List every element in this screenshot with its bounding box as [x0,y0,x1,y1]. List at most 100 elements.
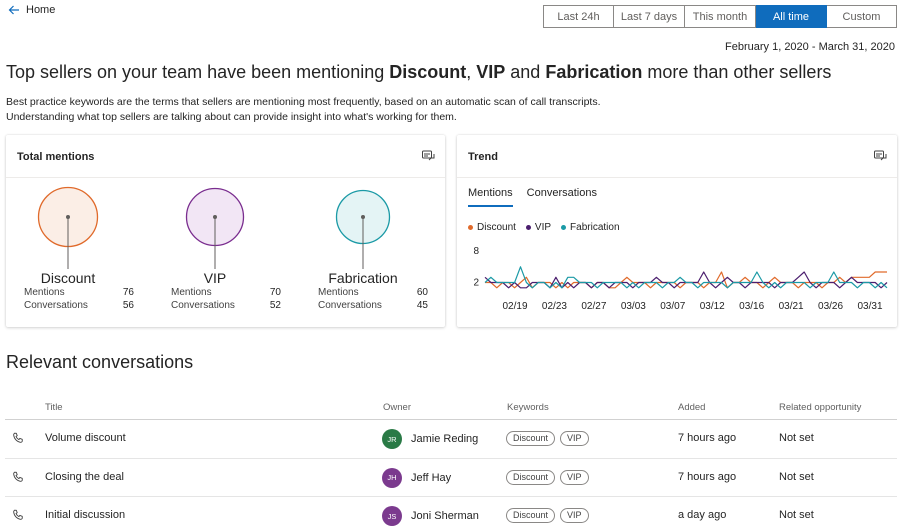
page-headline: Top sellers on your team have been menti… [6,62,831,83]
trend-title: Trend [468,151,498,163]
date-range-label: February 1, 2020 - March 31, 2020 [725,41,895,53]
home-label: Home [26,4,56,16]
vip-bubble-icon [185,187,245,269]
keyword-tag: VIP [560,469,589,485]
conversations-stat: Conversations 45 [318,300,428,311]
column-owner[interactable]: Owner [383,402,411,413]
conversations-label: Conversations [171,300,235,311]
mentions-label: Mentions [24,287,65,298]
avatar: JR [382,429,402,449]
range-this-month-button[interactable]: This month [685,5,756,28]
related-opportunity: Not set [779,509,814,521]
y-tick-label: 8 [473,246,479,257]
headline-keyword-fabrication: Fabrication [545,62,643,82]
y-tick-label: 2 [473,278,479,289]
discount-bubble-icon [37,186,99,269]
x-tick-label: 02/19 [502,301,527,312]
added-time: 7 hours ago [678,432,737,444]
home-link[interactable]: Home [8,4,55,16]
related-opportunity: Not set [779,432,814,444]
x-tick-label: 03/31 [857,301,882,312]
tab-mentions[interactable]: Mentions [468,187,513,207]
headline-keyword-vip: VIP [476,62,506,82]
card-divider [457,177,897,178]
owner-name: Jeff Hay [411,471,452,484]
legend-label: Fabrication [570,222,620,233]
headline-sep-1: , [466,62,477,82]
keyword-tag: Discount [506,508,556,523]
conversations-value: 56 [122,300,134,311]
range-last-24h-button[interactable]: Last 24h [543,5,614,28]
conversations-table: Title Owner Keywords Added Related oppor… [5,396,897,532]
related-opportunity: Not set [779,470,814,483]
mentions-stat: Mentions 70 [171,287,281,298]
table-row[interactable]: Closing the deal JH Jeff Hay Discount VI… [5,459,897,497]
x-tick-label: 03/07 [660,301,685,312]
keyword-tag: VIP [560,508,589,523]
conversation-title[interactable]: Closing the deal [45,471,124,483]
keyword-tags: Discount VIP [506,508,589,523]
column-keywords[interactable]: Keywords [507,402,549,413]
table-row[interactable]: Initial discussion JS Joni Sherman Disco… [5,497,897,532]
x-tick-label: 03/21 [779,301,804,312]
conversation-title[interactable]: Initial discussion [45,509,125,521]
conversations-value: 52 [269,300,281,311]
x-tick-label: 03/26 [818,301,843,312]
description-line-2: Understanding what top sellers are talki… [6,111,457,123]
legend-item-fabrication: Fabrication [561,222,620,233]
table-row[interactable]: Volume discount JR Jamie Reding Discount… [5,420,897,459]
x-tick-label: 03/16 [739,301,764,312]
keyword-tag: Discount [506,469,556,485]
headline-sep-2: and [505,62,546,82]
conversations-value: 45 [416,300,428,311]
tab-conversations[interactable]: Conversations [527,187,597,207]
legend-dot [561,225,567,230]
column-title[interactable]: Title [45,402,63,413]
total-mentions-title: Total mentions [17,151,95,163]
legend-dot [468,225,473,230]
legend-dot [525,225,531,230]
x-tick-label: 02/23 [542,301,567,312]
mentions-label: Mentions [171,287,212,298]
trend-line-chart: 8 2 02/19 02/23 02/27 03/03 03/07 03/12 03/16 03/… [473,246,888,312]
feedback-icon[interactable] [421,149,435,163]
column-related-opportunity[interactable]: Related opportunity [779,402,861,413]
conversations-stat: Conversations 52 [171,300,281,311]
range-custom-button[interactable]: Custom [827,5,897,28]
phone-icon [13,509,23,520]
page-description: Best practice keywords are the terms tha… [6,95,601,125]
avatar: JH [382,467,402,488]
mentions-stat: Mentions 60 [318,287,428,298]
owner-cell: JH Jeff Hay [382,467,452,488]
chart-legend: Discount VIP Fabrication [468,222,620,233]
total-mentions-card: Total mentions Discount Mentions 76 Conve… [6,135,445,327]
range-all-time-button[interactable]: All time [756,5,827,28]
mentions-stat: Mentions 76 [24,287,134,298]
headline-keyword-discount: Discount [389,62,467,82]
series-line-vip [484,271,888,289]
range-last-7-days-button[interactable]: Last 7 days [614,5,685,28]
owner-name: Jamie Reding [411,433,479,445]
feedback-icon[interactable] [873,149,887,163]
legend-item-vip: VIP [525,222,552,233]
legend-label: Discount [477,222,516,233]
legend-label: VIP [534,222,552,233]
fabrication-bubble-icon [335,189,391,269]
x-tick-label: 02/27 [581,301,606,312]
time-range-selector: Last 24h Last 7 days This month All time… [543,5,897,28]
conversations-label: Conversations [318,300,382,311]
conversation-title[interactable]: Volume discount [45,432,126,444]
keyword-tag: Discount [506,431,556,446]
mentions-label: Mentions [318,287,359,298]
trend-tabs: Mentions Conversations [468,187,597,207]
owner-cell: JR Jamie Reding [382,429,478,449]
column-added[interactable]: Added [678,402,705,413]
avatar: JS [382,506,402,526]
phone-icon [13,471,23,482]
back-arrow-icon [8,5,19,15]
mentions-value: 60 [416,287,428,298]
phone-icon [13,432,23,443]
mentions-value: 70 [269,287,281,298]
table-header: Title Owner Keywords Added Related oppor… [5,396,897,420]
x-tick-label: 03/12 [700,301,725,312]
